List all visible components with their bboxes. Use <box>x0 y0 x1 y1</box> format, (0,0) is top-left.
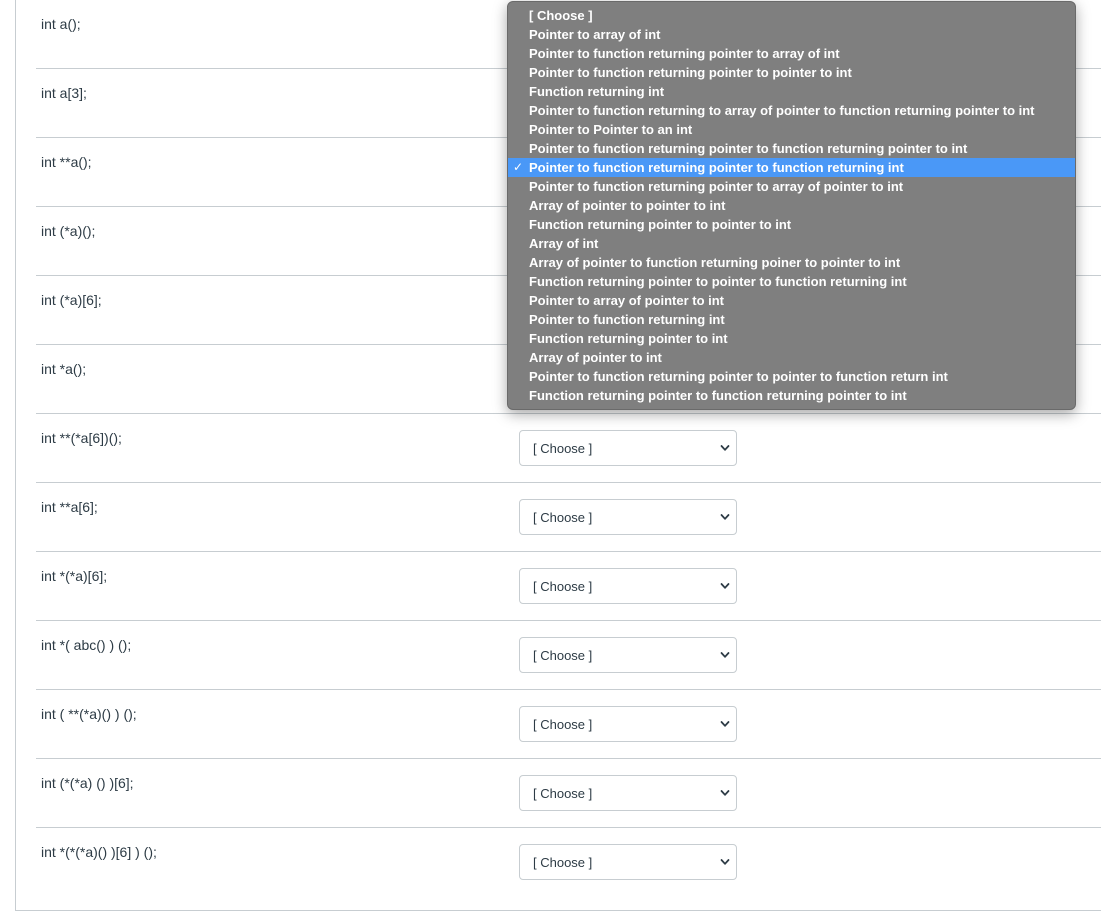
checkmark-icon: ✓ <box>513 160 524 174</box>
declaration-label: int ( **(*a)() ) (); <box>41 706 137 722</box>
declaration-label: int (*(*a) () )[6]; <box>41 775 134 791</box>
dropdown-option[interactable]: Function returning pointer to int <box>508 329 1075 348</box>
dropdown-option-label: Pointer to function returning pointer to… <box>529 160 904 175</box>
declaration-label: int a(); <box>41 16 81 32</box>
dropdown-option[interactable]: ✓ Pointer to function returning pointer t… <box>508 158 1075 177</box>
answer-select[interactable]: [ Choose ] <box>519 775 737 811</box>
declaration-label: int (*a)[6]; <box>41 292 102 308</box>
dropdown-option[interactable]: [ Choose ] <box>508 6 1075 25</box>
dropdown-option-label: Function returning pointer to function r… <box>529 388 907 403</box>
dropdown-option-label: Array of pointer to pointer to int <box>529 198 726 213</box>
dropdown-option-label: [ Choose ] <box>529 8 593 23</box>
dropdown-option-label: Pointer to array of int <box>529 27 661 42</box>
dropdown-option[interactable]: Pointer to function returning pointer to… <box>508 139 1075 158</box>
answer-select-value: [ Choose ] <box>533 579 593 594</box>
declaration-label: int *(*a)[6]; <box>41 568 108 584</box>
dropdown-option-label: Pointer to Pointer to an int <box>529 122 693 137</box>
dropdown-option[interactable]: Function returning pointer to pointer to… <box>508 272 1075 291</box>
answer-select[interactable]: [ Choose ] <box>519 568 737 604</box>
dropdown-option-label: Pointer to array of pointer to int <box>529 293 725 308</box>
chevron-down-icon <box>720 790 730 796</box>
question-row: int **(*a[6])(); [ Choose ] <box>36 414 1101 483</box>
dropdown-option[interactable]: Pointer to function returning to array o… <box>508 101 1075 120</box>
dropdown-option[interactable]: Pointer to function returning int <box>508 310 1075 329</box>
dropdown-option-label: Function returning pointer to pointer to… <box>529 274 907 289</box>
declaration-label: int (*a)(); <box>41 223 96 239</box>
dropdown-option[interactable]: Pointer to array of pointer to int <box>508 291 1075 310</box>
answer-select[interactable]: [ Choose ] <box>519 499 737 535</box>
dropdown-option-label: Pointer to function returning pointer to… <box>529 369 948 384</box>
declaration-label: int **a(); <box>41 154 92 170</box>
chevron-down-icon <box>720 721 730 727</box>
chevron-down-icon <box>720 514 730 520</box>
dropdown-option[interactable]: Pointer to function returning pointer to… <box>508 177 1075 196</box>
dropdown-option-label: Pointer to function returning pointer to… <box>529 141 968 156</box>
question-row: int *( abc() ) (); [ Choose ] <box>36 621 1101 690</box>
question-row: int **a[6]; [ Choose ] <box>36 483 1101 552</box>
answer-dropdown-menu[interactable]: [ Choose ] Pointer to array of int Pointer… <box>507 1 1076 410</box>
answer-select-value: [ Choose ] <box>533 510 593 525</box>
dropdown-option[interactable]: Pointer to Pointer to an int <box>508 120 1075 139</box>
declaration-label: int *a(); <box>41 361 87 377</box>
dropdown-option-label: Pointer to function returning to array o… <box>529 103 1035 118</box>
answer-select-value: [ Choose ] <box>533 786 593 801</box>
dropdown-option-label: Function returning pointer to int <box>529 331 728 346</box>
answer-select-value: [ Choose ] <box>533 441 593 456</box>
answer-select[interactable]: [ Choose ] <box>519 637 737 673</box>
dropdown-option[interactable]: Array of pointer to function returning p… <box>508 253 1075 272</box>
dropdown-option[interactable]: Function returning pointer to pointer to… <box>508 215 1075 234</box>
dropdown-option-label: Function returning pointer to pointer to… <box>529 217 792 232</box>
question-row: int *(*a)[6]; [ Choose ] <box>36 552 1101 621</box>
answer-select[interactable]: [ Choose ] <box>519 706 737 742</box>
dropdown-option-label: Array of pointer to function returning p… <box>529 255 901 270</box>
chevron-down-icon <box>720 859 730 865</box>
dropdown-option[interactable]: Function returning int <box>508 82 1075 101</box>
declaration-label: int a[3]; <box>41 85 87 101</box>
answer-select-value: [ Choose ] <box>533 855 593 870</box>
dropdown-option-label: Array of int <box>529 236 599 251</box>
dropdown-option-label: Pointer to function returning pointer to… <box>529 65 852 80</box>
answer-select-value: [ Choose ] <box>533 717 593 732</box>
dropdown-option-label: Pointer to function returning pointer to… <box>529 46 840 61</box>
dropdown-option-label: Array of pointer to int <box>529 350 662 365</box>
dropdown-option-label: Function returning int <box>529 84 665 99</box>
dropdown-option-label: Pointer to function returning pointer to… <box>529 179 904 194</box>
question-row: int ( **(*a)() ) (); [ Choose ] <box>36 690 1101 759</box>
question-row: int (*(*a) () )[6]; [ Choose ] <box>36 759 1101 828</box>
dropdown-option[interactable]: Function returning pointer to function r… <box>508 386 1075 405</box>
dropdown-option[interactable]: Array of int <box>508 234 1075 253</box>
dropdown-option[interactable]: Array of pointer to int <box>508 348 1075 367</box>
dropdown-option[interactable]: Pointer to function returning pointer to… <box>508 63 1075 82</box>
declaration-label: int **(*a[6])(); <box>41 430 122 446</box>
declaration-label: int **a[6]; <box>41 499 98 515</box>
answer-select[interactable]: [ Choose ] <box>519 430 737 466</box>
declaration-label: int *(*(*a)() )[6] ) (); <box>41 844 157 860</box>
declaration-label: int *( abc() ) (); <box>41 637 132 653</box>
dropdown-option[interactable]: Array of pointer to pointer to int <box>508 196 1075 215</box>
dropdown-option[interactable]: Pointer to function returning pointer to… <box>508 367 1075 386</box>
dropdown-option-label: Pointer to function returning int <box>529 312 725 327</box>
chevron-down-icon <box>720 445 730 451</box>
dropdown-option[interactable]: Pointer to array of int <box>508 25 1075 44</box>
answer-select-value: [ Choose ] <box>533 648 593 663</box>
dropdown-option[interactable]: Pointer to function returning pointer to… <box>508 44 1075 63</box>
question-row: int *(*(*a)() )[6] ) (); [ Choose ] <box>36 828 1101 897</box>
chevron-down-icon <box>720 583 730 589</box>
chevron-down-icon <box>720 652 730 658</box>
answer-select[interactable]: [ Choose ] <box>519 844 737 880</box>
